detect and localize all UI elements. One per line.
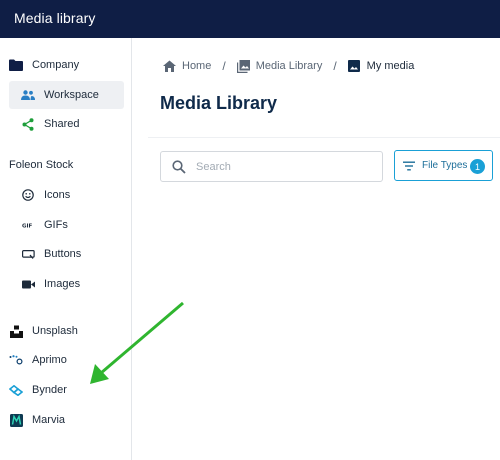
sidebar-item-label: Icons <box>44 189 71 201</box>
app-title: Media library <box>14 10 96 26</box>
breadcrumb-home[interactable]: Home <box>163 60 211 73</box>
sidebar-item-company[interactable]: Company <box>9 51 123 79</box>
breadcrumb-label: My media <box>366 60 415 72</box>
sidebar-item-aprimo[interactable]: Aprimo <box>9 346 121 374</box>
breadcrumb-label: Home <box>182 60 212 72</box>
breadcrumb-separator: / <box>333 59 337 73</box>
sidebar-item-bynder[interactable]: Bynder <box>9 376 121 404</box>
sidebar-item-shared[interactable]: Shared <box>21 110 121 138</box>
page-title: Media Library <box>160 93 278 113</box>
image-icon <box>348 60 361 73</box>
breadcrumb-my-media[interactable]: My media <box>348 60 415 73</box>
bynder-icon <box>9 383 23 397</box>
folder-icon <box>9 58 23 72</box>
home-icon <box>163 60 176 73</box>
smiley-icon <box>21 188 35 202</box>
sidebar-item-label: Buttons <box>44 248 82 260</box>
people-icon <box>21 88 35 102</box>
breadcrumb-media-library[interactable]: Media Library <box>236 59 323 73</box>
sidebar-heading-foleon-stock: Foleon Stock <box>9 159 74 171</box>
sidebar-item-buttons[interactable]: Buttons <box>21 240 121 268</box>
sidebar-item-label: Unsplash <box>32 325 78 337</box>
sidebar-item-workspace[interactable]: Workspace <box>9 81 124 109</box>
sidebar-item-label: GIFs <box>44 219 68 231</box>
sidebar-item-icons[interactable]: Icons <box>21 181 121 209</box>
sidebar-item-label: Company <box>32 59 80 71</box>
sidebar-item-images[interactable]: Images <box>21 270 121 298</box>
marvia-icon <box>9 413 23 427</box>
camera-icon <box>21 277 35 291</box>
sidebar-item-unsplash[interactable]: Unsplash <box>9 317 121 345</box>
gallery-icon <box>236 59 250 73</box>
main-content: Home / Media Library / My media Media Li… <box>132 38 500 460</box>
search-icon <box>172 159 186 174</box>
app-header: Media library <box>0 0 500 38</box>
sidebar-item-label: Workspace <box>44 89 99 101</box>
sidebar: Company Workspace Shared Foleon Stock Ic… <box>0 38 132 460</box>
unsplash-icon <box>9 324 23 338</box>
filter-icon <box>403 160 415 172</box>
sidebar-item-label: Shared <box>44 118 80 130</box>
search-box[interactable] <box>160 151 383 182</box>
file-types-filter-button[interactable]: File Types 1 <box>394 150 493 181</box>
sidebar-item-label: Marvia <box>32 414 66 426</box>
sidebar-item-gifs[interactable]: GIF GIFs <box>21 211 121 239</box>
sidebar-item-label: Bynder <box>32 384 67 396</box>
filter-label: File Types <box>422 160 468 171</box>
share-icon <box>21 117 35 131</box>
search-input[interactable] <box>194 159 368 174</box>
button-icon <box>21 247 35 261</box>
breadcrumb-label: Media Library <box>255 60 323 72</box>
sidebar-item-label: Images <box>44 278 81 290</box>
sidebar-item-marvia[interactable]: Marvia <box>9 406 121 434</box>
aprimo-icon <box>9 353 23 367</box>
svg-text:GIF: GIF <box>22 224 33 230</box>
filter-count-badge: 1 <box>470 159 485 174</box>
breadcrumb: Home / Media Library / My media <box>163 58 414 74</box>
breadcrumb-separator: / <box>222 59 226 73</box>
sidebar-item-label: Aprimo <box>32 354 67 366</box>
gif-icon: GIF <box>21 218 35 232</box>
divider <box>148 137 500 138</box>
